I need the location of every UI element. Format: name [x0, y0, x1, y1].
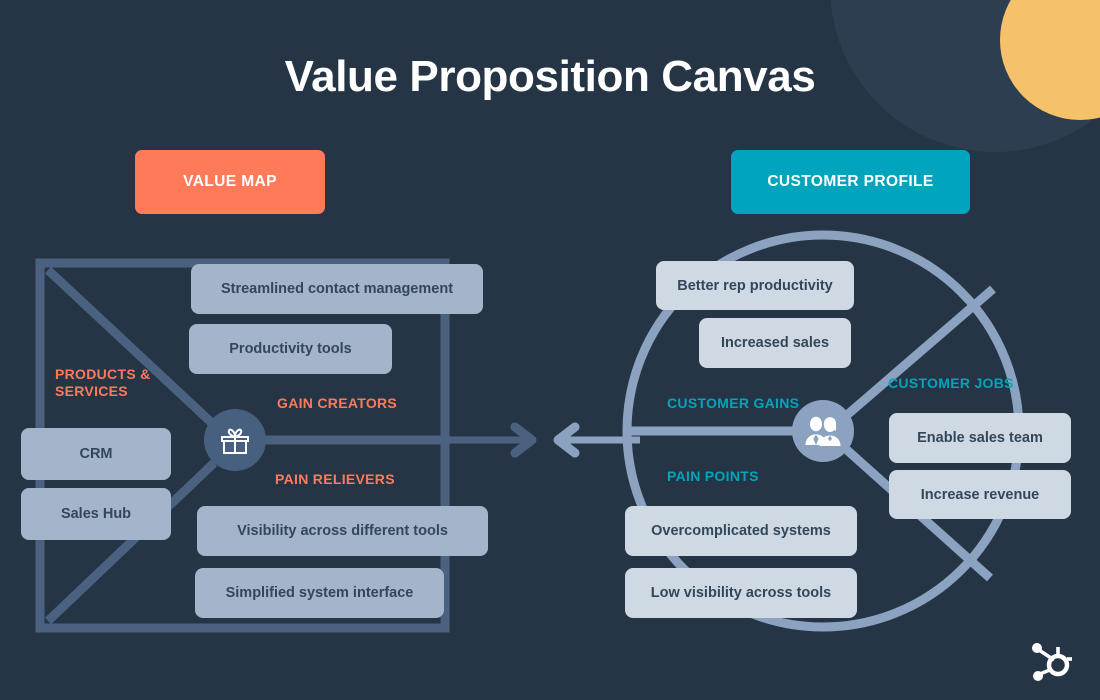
label-customer-gains: CUSTOMER GAINS — [667, 395, 800, 411]
card-gain-creator-2[interactable]: Productivity tools — [189, 324, 392, 374]
arrow-right-icon — [449, 422, 537, 458]
card-pain-reliever-1[interactable]: Visibility across different tools — [197, 506, 488, 556]
customers-people-icon — [805, 416, 841, 446]
card-product-service-1[interactable]: CRM — [21, 428, 171, 480]
card-pain-point-1[interactable]: Overcomplicated systems — [625, 506, 857, 556]
card-customer-job-2[interactable]: Increase revenue — [889, 470, 1071, 519]
hubspot-sprocket-logo — [1032, 643, 1072, 681]
value-proposition-canvas-diagram: Value Proposition Canvas VALUE MAP CUSTO… — [0, 0, 1100, 700]
card-customer-gain-2[interactable]: Increased sales — [699, 318, 851, 368]
label-customer-jobs: CUSTOMER JOBS — [888, 375, 1014, 391]
card-product-service-2[interactable]: Sales Hub — [21, 488, 171, 540]
value-map-hub — [204, 409, 266, 471]
label-products-services-line2: SERVICES — [55, 383, 128, 399]
diagram-structure — [35, 230, 1024, 633]
customer-profile-hub — [792, 400, 854, 462]
label-products-services-line1: PRODUCTS & — [55, 366, 151, 382]
label-gain-creators: GAIN CREATORS — [277, 395, 398, 411]
gift-icon — [221, 428, 249, 454]
card-pain-reliever-2[interactable]: Simplified system interface — [195, 568, 444, 618]
label-pain-relievers: PAIN RELIEVERS — [275, 471, 395, 487]
card-customer-gain-1[interactable]: Better rep productivity — [656, 261, 854, 310]
label-pain-points: PAIN POINTS — [667, 468, 759, 484]
label-products-services: PRODUCTS & SERVICES — [55, 366, 185, 400]
card-pain-point-2[interactable]: Low visibility across tools — [625, 568, 857, 618]
card-customer-job-1[interactable]: Enable sales team — [889, 413, 1071, 463]
card-gain-creator-1[interactable]: Streamlined contact management — [191, 264, 483, 314]
